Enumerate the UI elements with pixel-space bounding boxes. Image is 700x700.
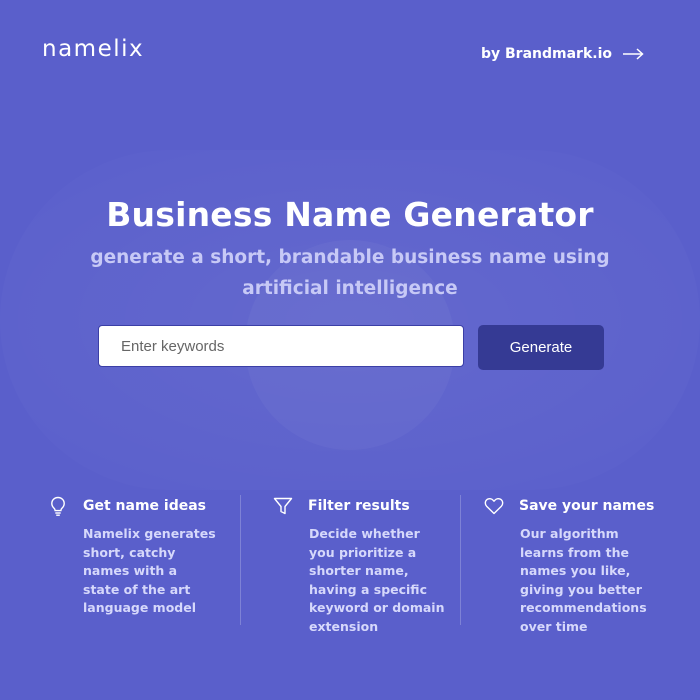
- lightbulb-icon: [51, 496, 65, 516]
- page-title: Business Name Generator: [106, 195, 594, 234]
- divider: [240, 495, 241, 625]
- feature-title: Save your names: [519, 498, 655, 514]
- keywords-input[interactable]: [98, 325, 464, 367]
- page-subtitle: generate a short, brandable business nam…: [90, 247, 610, 299]
- logo[interactable]: namelix: [42, 36, 144, 62]
- divider: [460, 495, 461, 625]
- feature-description: Our algorithm learns from the names you …: [520, 526, 647, 634]
- feature-title: Filter results: [308, 498, 410, 514]
- hero: Business Name Generator generate a short…: [0, 195, 700, 304]
- heart-icon: [484, 497, 504, 515]
- brandmark-link[interactable]: by Brandmark.io: [481, 46, 644, 62]
- generate-button[interactable]: Generate: [478, 325, 604, 370]
- features: Get name ideas Namelix generates short, …: [0, 495, 700, 634]
- search-form: Generate: [98, 325, 604, 370]
- arrow-right-icon: [623, 48, 644, 60]
- header: namelix by Brandmark.io: [0, 0, 700, 100]
- feature-filter-results: Filter results Decide whether you priori…: [272, 495, 447, 637]
- feature-description: Decide whether you prioritize a shorter …: [309, 526, 445, 634]
- feature-description: Namelix generates short, catchy names wi…: [83, 526, 216, 616]
- feature-title: Get name ideas: [83, 498, 207, 514]
- feature-name-ideas: Get name ideas Namelix generates short, …: [47, 495, 217, 618]
- filter-icon: [273, 497, 293, 515]
- brandmark-link-label: by Brandmark.io: [480, 46, 612, 62]
- feature-save-names: Save your names Our algorithm learns fro…: [483, 495, 668, 637]
